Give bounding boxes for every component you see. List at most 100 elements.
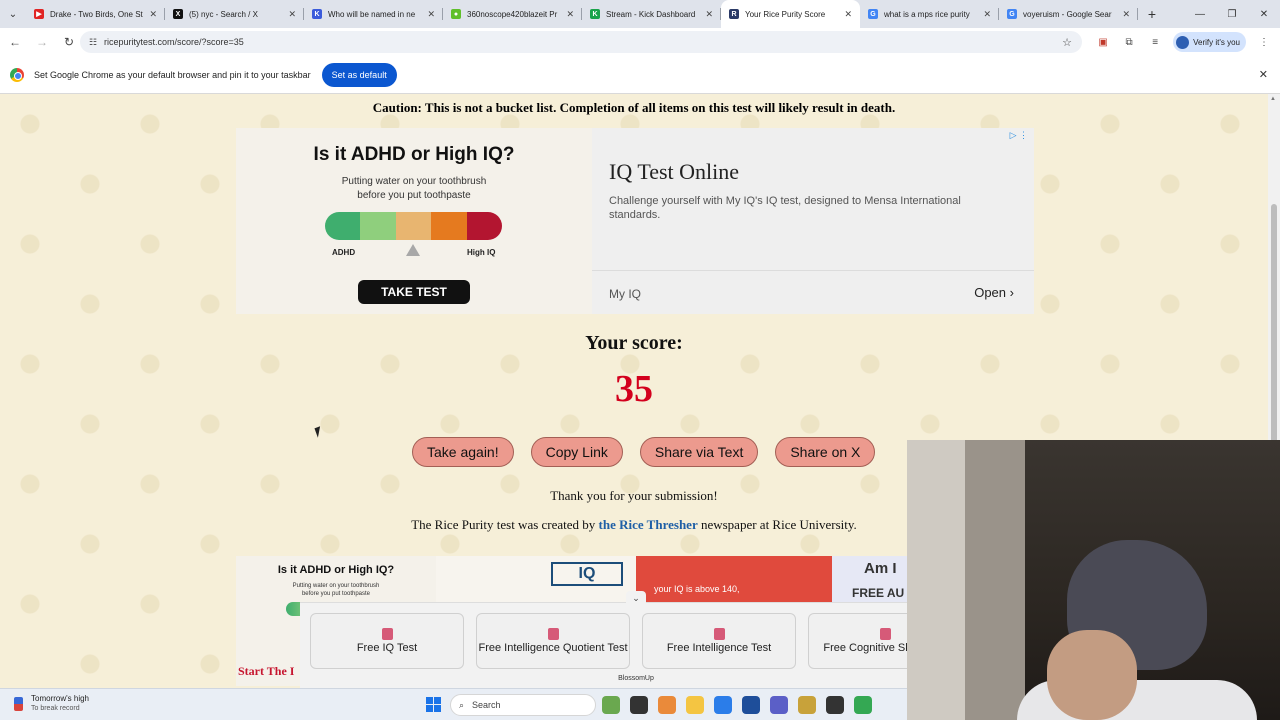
score-label: Your score: <box>585 332 683 354</box>
close-window-icon[interactable]: ✕ <box>1248 0 1280 28</box>
tab-title: Stream - Kick Dashboard <box>606 9 696 19</box>
iq-ad-panel[interactable]: ▷ ⋮ IQ Test Online Challenge yourself wi… <box>592 128 1034 314</box>
take-again-button[interactable]: Take again! <box>412 437 514 467</box>
taskbar-app-icon[interactable] <box>742 696 760 714</box>
tab[interactable]: ▶ Drake - Two Birds, One St ✕ <box>26 0 165 28</box>
ad-subtitle-line: before you put toothpaste <box>357 190 471 201</box>
scale-segment <box>431 212 467 240</box>
ad-card-line2: FREE AU <box>852 586 905 600</box>
profile-button[interactable]: Verify it's you <box>1173 32 1246 52</box>
minimize-icon[interactable]: — <box>1184 0 1216 28</box>
infobar-message: Set Google Chrome as your default browse… <box>34 69 311 80</box>
top-ad-banner[interactable]: Is it ADHD or High IQ? Putting water on … <box>236 128 1034 314</box>
credit-prefix: The Rice Purity test was created by <box>411 517 599 532</box>
extensions-puzzle-icon[interactable]: ⧉ <box>1121 32 1137 52</box>
ad-question: Is it ADHD or High IQ? <box>313 144 515 165</box>
back-icon[interactable]: ← <box>3 30 27 54</box>
tab-close-icon[interactable]: ✕ <box>427 9 435 20</box>
ad-choices-icon[interactable]: ▷ ⋮ <box>1010 130 1028 141</box>
restore-icon[interactable]: ❐ <box>1216 0 1248 28</box>
avatar <box>1176 35 1190 49</box>
recommendation-button[interactable]: Free Intelligence Test <box>642 613 796 669</box>
ad-subtitle-line: Putting water on your toothbrush <box>341 176 487 187</box>
ad-card-subtitle-line: Putting water on your toothbrush <box>292 583 380 589</box>
copy-link-button[interactable]: Copy Link <box>530 437 623 467</box>
profile-label: Verify it's you <box>1193 37 1240 47</box>
tab-close-icon[interactable]: ✕ <box>288 9 296 20</box>
taskbar-app-icon[interactable] <box>826 696 844 714</box>
adhd-ad-panel[interactable]: Is it ADHD or High IQ? Putting water on … <box>236 128 592 314</box>
tab[interactable]: Gvoyeruism - Google Sear ✕ <box>999 0 1138 28</box>
tab-title: Drake - Two Birds, One St <box>50 9 143 19</box>
tab-favicon-icon: R <box>729 9 739 19</box>
taskbar-app-icon[interactable] <box>854 696 872 714</box>
scroll-up-icon[interactable]: ▲ <box>1270 96 1276 102</box>
taskbar-app-icon[interactable] <box>714 696 732 714</box>
clipboard-icon <box>879 627 891 640</box>
taskbar-app-icon[interactable] <box>686 696 704 714</box>
new-tab-button[interactable]: + <box>1138 0 1166 28</box>
share-x-button[interactable]: Share on X <box>775 437 876 467</box>
recommendation-list: Free IQ Test Free Intelligence Quotient … <box>310 613 962 669</box>
tab-close-icon[interactable]: ✕ <box>149 9 157 20</box>
tab[interactable]: X (5) nyc - Search / X ✕ <box>165 0 304 28</box>
ad-card-question: Is it ADHD or High IQ? <box>277 564 395 576</box>
more-menu-icon[interactable]: ⋮ <box>1256 32 1272 52</box>
share-text-button[interactable]: Share via Text <box>639 437 759 467</box>
recommendation-button[interactable]: Free IQ Test <box>310 613 464 669</box>
take-test-button[interactable]: TAKE TEST <box>358 280 470 304</box>
score-value: 35 <box>615 368 653 410</box>
taskbar-app-icon[interactable] <box>770 696 788 714</box>
set-default-button[interactable]: Set as default <box>321 62 397 87</box>
tab-list: ▶ Drake - Two Birds, One St ✕ X (5) nyc - Se… <box>26 0 1138 28</box>
tab[interactable]: Gwhat is a mps rice purity ✕ <box>860 0 999 28</box>
tab-favicon-icon: X <box>173 9 183 19</box>
weather-widget[interactable]: Tomorrow's high To break record <box>14 694 89 713</box>
chevron-down-icon[interactable]: ⌄ <box>626 591 646 605</box>
extension-icon[interactable]: ▣ <box>1095 32 1111 52</box>
tab-close-icon[interactable]: ✕ <box>844 9 852 20</box>
taskbar-app-icon[interactable] <box>602 696 620 714</box>
scale-segment <box>466 212 502 240</box>
tab-favicon-icon: K <box>590 9 600 19</box>
recommendation-label: Free Intelligence Quotient Test <box>478 641 628 654</box>
url-text[interactable]: ricepuritytest.com/score/?score=35 <box>104 37 1062 47</box>
tab-close-icon[interactable]: ✕ <box>983 9 991 20</box>
tab-favicon-icon: G <box>868 9 878 19</box>
tab-close-icon[interactable]: ✕ <box>705 9 713 20</box>
ad-open-button[interactable]: Open › <box>974 285 1014 300</box>
tab[interactable]: R Your Rice Purity Score ✕ <box>721 0 860 28</box>
taskbar-app-icon[interactable] <box>658 696 676 714</box>
window-controls: — ❐ ✕ <box>1184 0 1280 28</box>
tab-title: (5) nyc - Search / X <box>189 9 258 19</box>
ad-card-subtitle-line: before you put toothpaste <box>301 591 371 597</box>
taskbar-app-icon[interactable] <box>630 696 648 714</box>
rice-thresher-link[interactable]: the Rice Thresher <box>599 517 698 532</box>
reload-icon[interactable]: ↻ <box>57 30 81 54</box>
scale-pointer-icon <box>406 244 420 256</box>
bookmark-star-icon[interactable]: ☆ <box>1062 36 1072 49</box>
tab[interactable]: K Who will be named in ne ✕ <box>304 0 443 28</box>
ad-advertiser: My IQ <box>609 287 641 301</box>
forward-icon[interactable]: → <box>30 30 54 54</box>
address-bar[interactable]: ☷ ricepuritytest.com/score/?score=35 ☆ <box>80 31 1082 53</box>
webcam-person-face <box>1047 630 1137 720</box>
recommendation-button[interactable]: Free Intelligence Quotient Test <box>476 613 630 669</box>
webcam-wall <box>907 440 965 720</box>
ad-headline[interactable]: IQ Test Online <box>609 159 739 185</box>
taskbar-apps <box>602 696 872 714</box>
tab[interactable]: K Stream - Kick Dashboard ✕ <box>582 0 721 28</box>
tab[interactable]: ● 360noscope420blazeit Pr ✕ <box>443 0 582 28</box>
site-info-icon[interactable]: ☷ <box>86 35 100 49</box>
tab-search-icon[interactable]: ⌄ <box>0 0 26 28</box>
windows-start-icon[interactable] <box>426 697 441 712</box>
media-control-icon[interactable]: ≡ <box>1147 32 1163 52</box>
tab-title: what is a mps rice purity <box>884 9 970 19</box>
ad-start-text[interactable]: Start The I <box>238 664 294 679</box>
taskbar-search[interactable]: ⌕ Search <box>450 694 596 716</box>
tab-close-icon[interactable]: ✕ <box>1122 9 1130 20</box>
infobar-close-icon[interactable]: ✕ <box>1259 68 1268 81</box>
ad-card-line1: Am I <box>864 560 897 577</box>
taskbar-app-icon[interactable] <box>798 696 816 714</box>
tab-close-icon[interactable]: ✕ <box>566 9 574 20</box>
